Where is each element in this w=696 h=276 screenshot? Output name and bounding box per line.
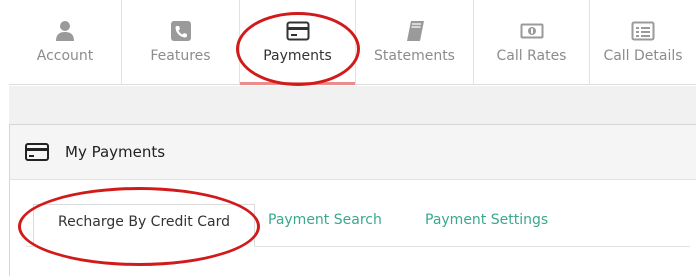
subtab-recharge-label: Recharge By Credit Card bbox=[58, 214, 230, 230]
nav-tab-payments-label: Payments bbox=[263, 48, 332, 64]
nav-tab-call-rates[interactable]: Call Rates bbox=[474, 0, 589, 84]
phone-icon bbox=[170, 21, 191, 41]
credit-card-icon bbox=[286, 21, 309, 41]
list-icon bbox=[631, 21, 655, 41]
nav-tab-call-details-label: Call Details bbox=[603, 48, 683, 64]
nav-tab-call-rates-label: Call Rates bbox=[496, 48, 567, 64]
nav-tab-statements-label: Statements bbox=[374, 48, 455, 64]
book-icon bbox=[406, 21, 424, 41]
subtab-recharge-by-credit-card[interactable]: Recharge By Credit Card bbox=[33, 204, 255, 247]
nav-tab-features[interactable]: Features bbox=[122, 0, 239, 84]
active-tab-indicator bbox=[240, 82, 355, 85]
nav-tab-account[interactable]: Account bbox=[9, 0, 121, 84]
credit-card-icon bbox=[25, 143, 49, 161]
nav-tab-call-details[interactable]: Call Details bbox=[590, 0, 696, 84]
my-payments-panel-header: My Payments bbox=[9, 124, 696, 180]
top-navigation: Account Features Payments Statements Cal… bbox=[9, 0, 696, 85]
nav-tab-account-label: Account bbox=[36, 48, 94, 64]
subtab-payment-settings[interactable]: Payment Settings bbox=[425, 212, 548, 228]
subtab-payment-search[interactable]: Payment Search bbox=[268, 212, 382, 228]
user-icon bbox=[56, 21, 74, 41]
nav-tab-statements[interactable]: Statements bbox=[356, 0, 473, 84]
nav-tab-features-label: Features bbox=[150, 48, 211, 64]
money-icon bbox=[520, 23, 543, 39]
nav-tab-payments[interactable]: Payments bbox=[240, 0, 355, 85]
content-spacer bbox=[9, 86, 696, 124]
panel-title: My Payments bbox=[65, 143, 166, 161]
